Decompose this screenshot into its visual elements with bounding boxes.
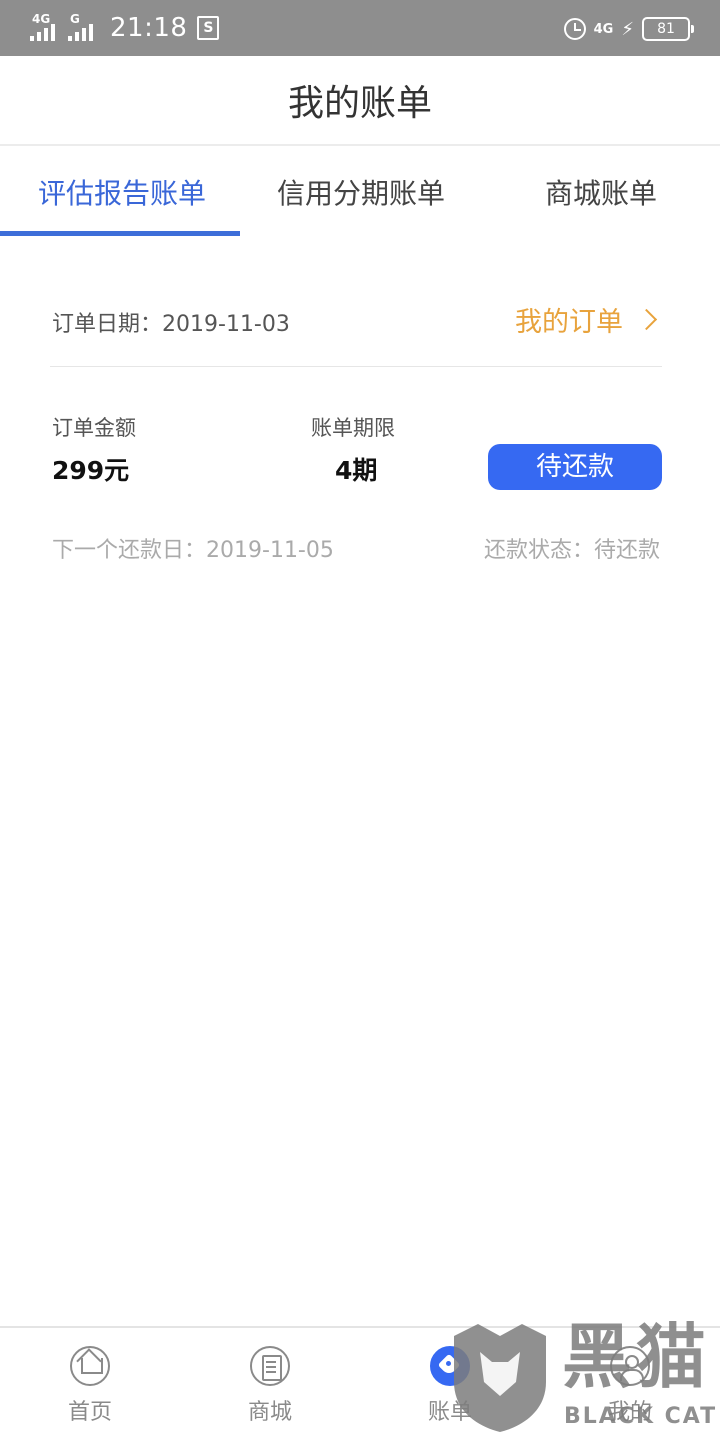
cat-logo-icon xyxy=(454,1324,546,1432)
home-icon xyxy=(70,1346,110,1386)
s-app-icon: S xyxy=(197,16,220,40)
divider xyxy=(50,366,662,367)
bill-tabs: 评估报告账单 信用分期账单 商城账单 xyxy=(0,146,720,236)
bill-term-value: 4期 xyxy=(335,456,378,485)
my-order-link[interactable]: 我的订单 xyxy=(515,300,658,339)
mall-icon xyxy=(250,1346,290,1386)
active-tab-indicator xyxy=(0,231,240,236)
tab-mall-bill[interactable]: 商城账单 xyxy=(545,172,657,212)
next-due-label: 下一个还款日： xyxy=(52,538,207,563)
order-amount-value: 299元 xyxy=(52,456,130,485)
nav-home-label: 首页 xyxy=(67,1400,112,1425)
signal-icon-2: G xyxy=(68,13,102,43)
page-title: 我的账单 xyxy=(287,83,432,124)
nav-mall[interactable]: 商城 xyxy=(215,1346,325,1426)
title-bar: 我的账单 xyxy=(0,56,720,146)
alarm-icon xyxy=(563,18,586,40)
order-date: 订单日期：2019-11-03 xyxy=(52,306,290,338)
status-bar: 4G G 21:18 S 4G ⚡ 81 xyxy=(0,0,720,56)
black-cat-watermark: 黑猫 BLACK CAT xyxy=(450,1318,720,1436)
bill-term-label: 账单期限 xyxy=(311,416,395,440)
charging-icon: ⚡ xyxy=(621,18,634,40)
signal-icon-1: 4G xyxy=(30,13,64,43)
network-4g-icon: 4G xyxy=(593,21,614,37)
nav-home[interactable]: 首页 xyxy=(35,1346,145,1426)
next-due-date: 下一个还款日：2019-11-05 xyxy=(52,532,334,564)
tab-assessment-report-bill[interactable]: 评估报告账单 xyxy=(38,172,206,212)
status-bar-right: 4G ⚡ 81 xyxy=(563,14,694,44)
order-amount-label: 订单金额 xyxy=(52,416,136,440)
order-date-value: 2019-11-03 xyxy=(162,312,290,337)
nav-mall-label: 商城 xyxy=(247,1400,292,1425)
my-order-label: 我的订单 xyxy=(515,307,623,338)
repayment-status-value: 待还款 xyxy=(593,538,660,563)
status-time: 21:18 xyxy=(110,13,188,43)
tab-credit-installment-bill[interactable]: 信用分期账单 xyxy=(277,172,445,212)
status-bar-left: 4G G 21:18 S xyxy=(30,10,220,46)
pending-repayment-button[interactable]: 待还款 xyxy=(488,444,662,490)
battery-icon: 81 xyxy=(642,17,694,41)
order-date-label: 订单日期： xyxy=(52,312,163,337)
watermark-cn: 黑猫 xyxy=(562,1316,710,1398)
repayment-status: 还款状态：待还款 xyxy=(484,532,660,564)
chevron-right-icon xyxy=(635,308,658,331)
repayment-status-label: 还款状态： xyxy=(483,538,594,563)
watermark-en: BLACK CAT xyxy=(564,1404,718,1429)
next-due-value: 2019-11-05 xyxy=(206,538,334,563)
